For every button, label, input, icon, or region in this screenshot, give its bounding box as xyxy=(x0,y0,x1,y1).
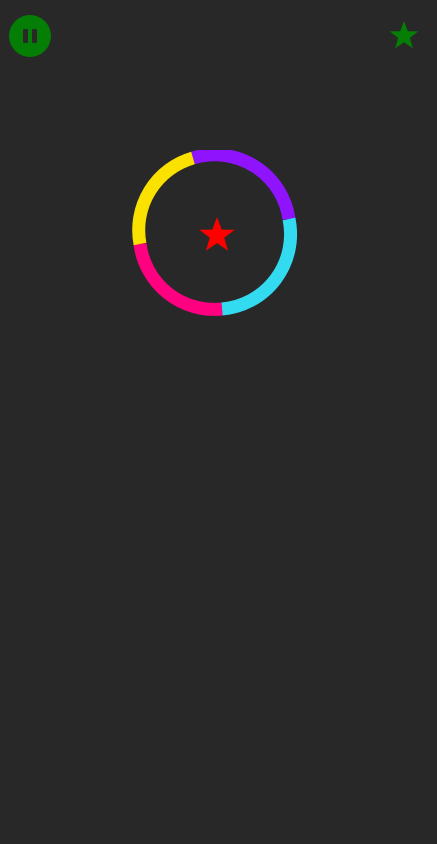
star-icon xyxy=(199,217,235,251)
ring-segment-purple xyxy=(191,150,296,221)
pause-icon xyxy=(23,29,37,43)
pause-button[interactable] xyxy=(9,15,51,57)
pause-bar-left xyxy=(23,29,28,43)
ring-segment-yellow xyxy=(132,151,195,246)
star-icon xyxy=(389,21,419,49)
pause-bar-right xyxy=(32,29,37,43)
game-screen[interactable] xyxy=(0,0,437,844)
collectible-star xyxy=(197,216,237,256)
star-score-icon xyxy=(388,20,420,52)
